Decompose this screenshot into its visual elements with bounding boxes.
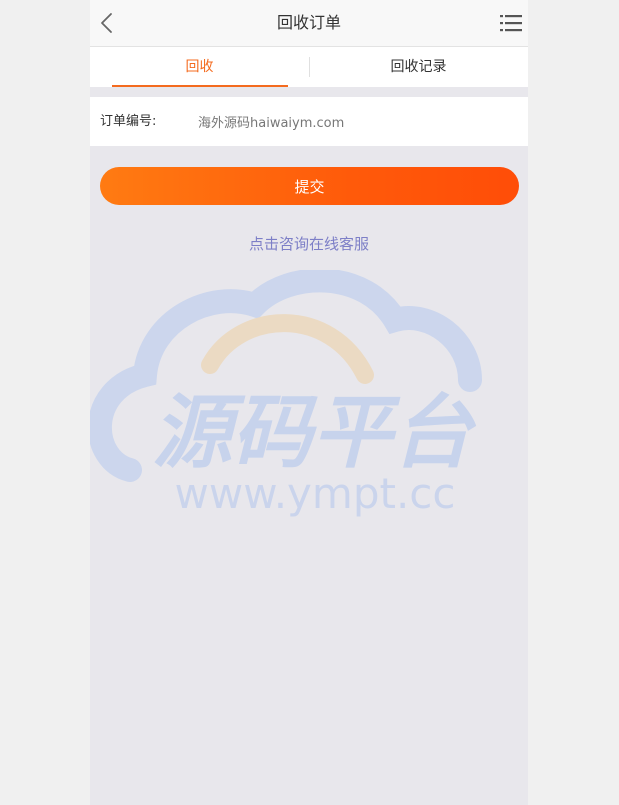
order-number-label: 订单编号: bbox=[100, 114, 157, 129]
tab-recycle[interactable]: 回收 bbox=[90, 47, 309, 87]
watermark-url: www.ympt.cc bbox=[175, 469, 456, 518]
order-number-input[interactable] bbox=[198, 109, 508, 133]
tab-recycle-label: 回收 bbox=[185, 59, 214, 75]
submit-button[interactable]: 提交 bbox=[100, 167, 519, 205]
top-nav-bar: 回收订单 bbox=[90, 0, 528, 47]
order-number-row: 订单编号: bbox=[90, 97, 528, 146]
watermark-title: 源码平台 bbox=[152, 386, 477, 479]
tab-recycle-records-label: 回收记录 bbox=[390, 59, 447, 75]
phone-screen: 回收订单 回收 回收记录 订单编号: 提交 点击咨询在线客服 源码平台 www. bbox=[90, 0, 528, 805]
tab-recycle-records[interactable]: 回收记录 bbox=[309, 47, 528, 87]
online-service-link[interactable]: 点击咨询在线客服 bbox=[90, 233, 528, 254]
page-title: 回收订单 bbox=[276, 13, 341, 32]
list-menu-icon[interactable] bbox=[500, 13, 522, 33]
active-tab-indicator bbox=[112, 85, 288, 87]
tab-bar: 回收 回收记录 bbox=[90, 47, 528, 87]
watermark-logo: 源码平台 www.ympt.cc bbox=[90, 270, 482, 518]
